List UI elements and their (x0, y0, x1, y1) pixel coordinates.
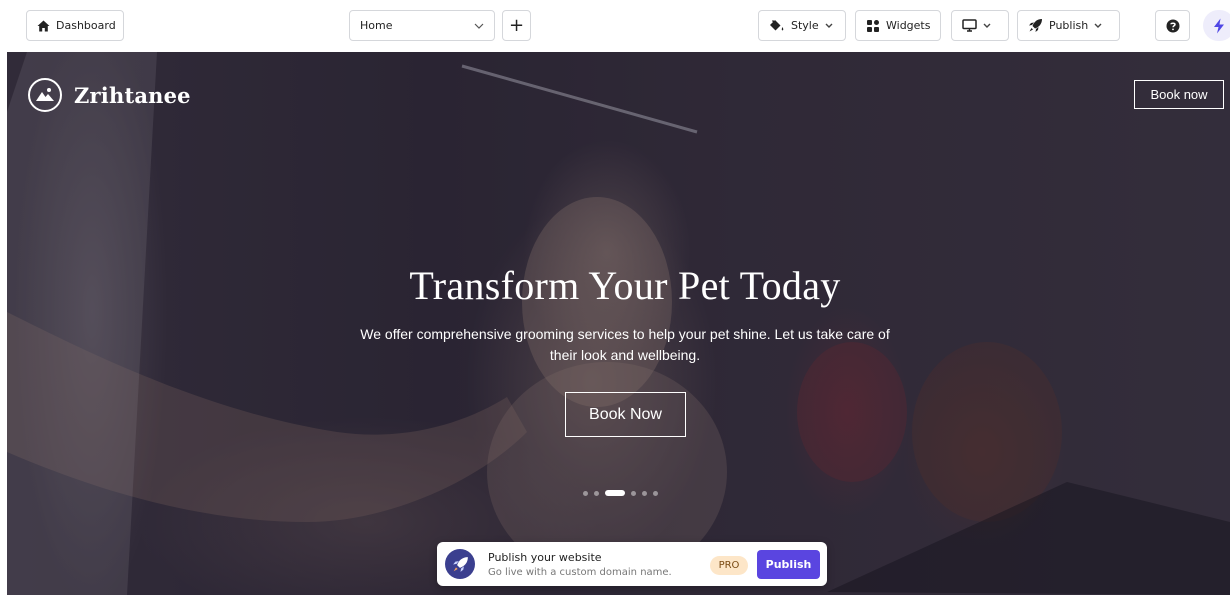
editor-toolbar: Dashboard Home + Style Widgets Publish (0, 0, 1230, 52)
rocket-icon (445, 549, 475, 579)
chevron-down-icon (1094, 23, 1102, 28)
plus-icon: + (508, 14, 525, 36)
page-select-value: Home (360, 19, 393, 32)
device-preview-button[interactable] (951, 10, 1009, 41)
help-button[interactable] (1155, 10, 1190, 41)
slider-dot[interactable] (631, 490, 636, 496)
add-page-button[interactable]: + (502, 10, 531, 41)
quick-actions-button[interactable] (1203, 10, 1230, 41)
slider-dot[interactable] (583, 490, 588, 496)
dashboard-label: Dashboard (56, 19, 116, 32)
slider-dot[interactable] (653, 490, 658, 496)
help-icon (1166, 19, 1179, 32)
chevron-down-icon (825, 23, 833, 28)
hero-subtitle: We offer comprehensive grooming services… (360, 326, 890, 363)
chevron-down-icon (983, 23, 991, 28)
monitor-icon (962, 19, 977, 32)
hero-book-now-button[interactable]: Book Now (565, 392, 686, 437)
style-button[interactable]: Style (758, 10, 846, 41)
publish-label: Publish (1049, 19, 1089, 32)
publish-button[interactable]: Publish (757, 550, 820, 579)
dashboard-button[interactable]: Dashboard (26, 10, 124, 41)
publish-dropdown-button[interactable]: Publish (1017, 10, 1120, 41)
slider-dot[interactable] (594, 490, 599, 496)
publish-banner-title: Publish your website (488, 551, 602, 564)
style-label: Style (791, 19, 819, 32)
slider-dot-active[interactable] (605, 490, 625, 496)
rocket-icon (1029, 19, 1042, 32)
publish-banner: Publish your website Go live with a cust… (437, 542, 827, 586)
widgets-button[interactable]: Widgets (855, 10, 941, 41)
slider-dot[interactable] (642, 490, 647, 496)
pro-badge: PRO (710, 556, 748, 575)
brand-name: Zrihtanee (74, 82, 191, 108)
slider-dots (583, 490, 658, 496)
hero-section: Zrihtanee Book now Transform Your Pet To… (7, 52, 1230, 595)
nav-book-now-button[interactable]: Book now (1134, 80, 1224, 109)
hero-title: Transform Your Pet Today (409, 263, 841, 308)
page-select[interactable]: Home (349, 10, 495, 41)
paint-bucket-icon (770, 19, 784, 30)
lightning-icon (1214, 18, 1224, 33)
publish-banner-subtitle: Go live with a custom domain name. (488, 567, 672, 578)
chevron-down-icon (474, 23, 484, 29)
widgets-grid-icon (867, 19, 879, 32)
mountain-logo-icon (28, 78, 62, 112)
site-brand[interactable]: Zrihtanee (28, 78, 191, 112)
home-icon (37, 20, 50, 31)
widgets-label: Widgets (886, 19, 931, 32)
